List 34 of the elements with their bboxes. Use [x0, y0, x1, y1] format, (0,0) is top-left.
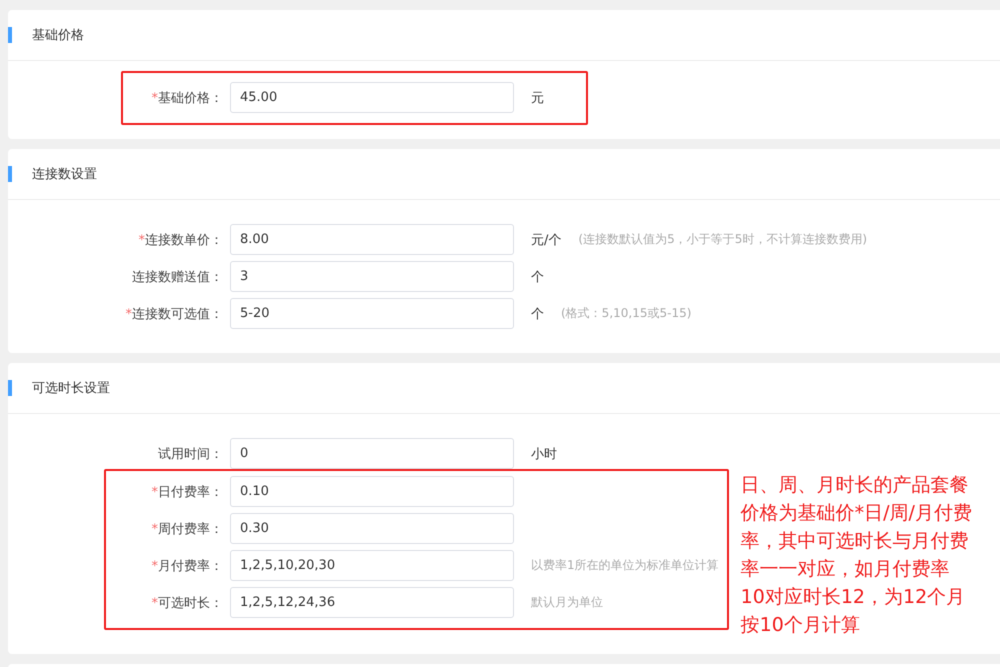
- field-label: 试用时间：: [157, 446, 224, 462]
- field-label: 连接数赠送值：: [131, 268, 224, 286]
- field-label: *连接数单价：: [138, 232, 224, 248]
- field-label: *基础价格：: [150, 90, 224, 106]
- input-field[interactable]: 0: [230, 438, 514, 469]
- section-accent-bar: [8, 380, 12, 396]
- field-label: *日付费率：: [150, 484, 224, 500]
- input-field[interactable]: 0.10: [230, 476, 514, 507]
- annotation-note: 日、周、月时长的产品套餐价格为基础价*日/周/月付费率，其中可选时长与月付费率一一对应，如月付费率10对应时长12，为12个月按10个月计算: [740, 473, 973, 638]
- hint-text: 默认月为单位: [531, 594, 603, 611]
- input-field[interactable]: 45.00: [230, 82, 514, 113]
- input-field[interactable]: 8.00: [230, 224, 514, 255]
- field-label: *可选时长：: [150, 594, 224, 612]
- section-title: 连接数设置: [32, 166, 97, 183]
- section-accent-bar: [8, 27, 12, 43]
- section-title: 可选时长设置: [32, 380, 110, 397]
- section-accent-bar: [8, 166, 12, 182]
- hint-text: 以费率1所在的单位为标准单位计算: [531, 557, 719, 574]
- unit-label: 个: [531, 268, 544, 286]
- section-title: 基础价格: [32, 27, 84, 44]
- input-field[interactable]: 3: [230, 261, 514, 292]
- input-field[interactable]: 1,2,5,10,20,30: [230, 550, 514, 581]
- unit-label: 小时: [531, 446, 557, 462]
- hint-text: (格式：5,10,15或5-15): [561, 305, 692, 322]
- field-label: *连接数可选值：: [124, 306, 224, 322]
- field-label: *月付费率：: [150, 558, 224, 574]
- input-field[interactable]: 0.30: [230, 513, 514, 544]
- unit-label: 元/个: [531, 232, 562, 248]
- input-field[interactable]: 5-20: [230, 298, 514, 329]
- field-label: *周付费率：: [150, 520, 224, 538]
- hint-text: (连接数默认值为5，小于等于5时，不计算连接数费用): [578, 231, 868, 248]
- input-field[interactable]: 1,2,5,12,24,36: [230, 587, 514, 618]
- unit-label: 个: [531, 306, 544, 322]
- unit-label: 元: [531, 90, 544, 106]
